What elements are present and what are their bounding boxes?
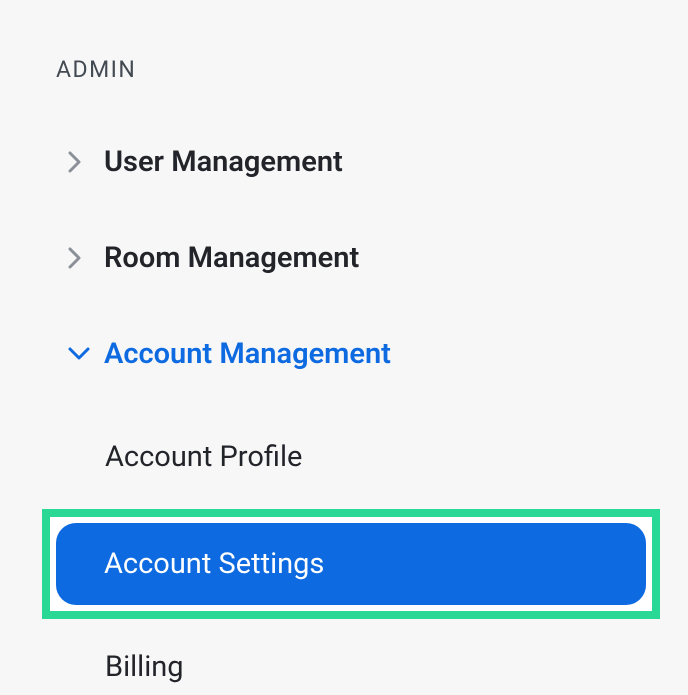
nav-item-label: User Management <box>104 145 343 179</box>
chevron-right-icon <box>68 151 96 173</box>
sub-item-label: Account Settings <box>104 547 324 581</box>
section-header-admin: ADMIN <box>0 56 688 83</box>
nav-item-account-management[interactable]: Account Management <box>0 333 688 375</box>
highlight-frame: Account Settings <box>42 509 660 619</box>
sub-item-account-settings[interactable]: Account Settings <box>56 523 646 605</box>
chevron-down-icon <box>68 347 96 361</box>
sub-item-billing[interactable]: Billing <box>0 639 688 695</box>
sub-item-account-profile[interactable]: Account Profile <box>0 429 688 485</box>
sub-item-label: Account Profile <box>105 440 302 474</box>
nav-item-label: Account Management <box>104 337 391 371</box>
nav-item-room-management[interactable]: Room Management <box>0 237 688 279</box>
chevron-right-icon <box>68 247 96 269</box>
nav-item-user-management[interactable]: User Management <box>0 141 688 183</box>
nav-item-label: Room Management <box>104 241 359 275</box>
sub-item-label: Billing <box>105 650 184 684</box>
